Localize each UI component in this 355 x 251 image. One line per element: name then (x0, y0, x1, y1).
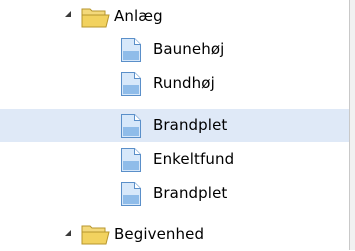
document-icon (121, 114, 141, 138)
folder-open-icon (81, 8, 110, 28)
scrollbar-edge[interactable] (349, 0, 355, 250)
expand-arrow-icon[interactable] (65, 11, 71, 17)
tree-item-brandplet[interactable]: Brandplet (0, 177, 349, 210)
tree-item-rundhoj[interactable]: Rundhøj (0, 67, 349, 100)
tree-item-label: Begivenhed (114, 225, 205, 243)
tree-item-baunehoj[interactable]: Baunehøj (0, 33, 349, 66)
tree-item-enkeltfund[interactable]: Enkeltfund (0, 143, 349, 176)
tree-item-label: Brandplet (153, 184, 228, 202)
document-icon (121, 148, 141, 172)
folder-open-icon (81, 225, 110, 245)
tree-item-brandplet-selected[interactable]: Brandplet (0, 109, 349, 142)
tree-item-label: Rundhøj (153, 74, 215, 92)
tree-item-begivenhed[interactable]: Begivenhed (0, 218, 349, 251)
tree-item-label: Brandplet (153, 116, 228, 134)
tree-item-label: Baunehøj (153, 40, 225, 58)
document-icon (121, 38, 141, 62)
expand-arrow-icon[interactable] (65, 230, 71, 236)
tree-item-anlaeg[interactable]: Anlæg (0, 0, 349, 33)
tree-item-label: Enkeltfund (153, 150, 235, 168)
document-icon (121, 72, 141, 96)
document-icon (121, 182, 141, 206)
tree-item-label: Anlæg (114, 7, 163, 25)
tree-view: Anlæg Baunehøj Rundhøj Brandplet Enkeltf… (0, 0, 349, 250)
